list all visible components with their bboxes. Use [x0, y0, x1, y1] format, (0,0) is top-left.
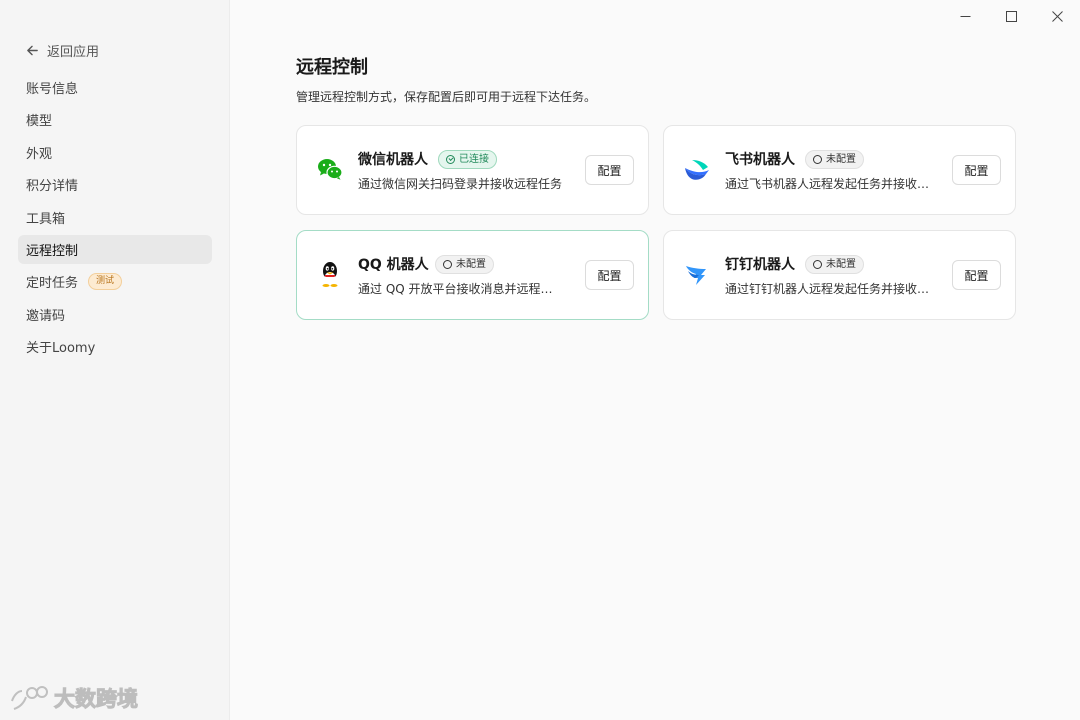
status-badge: 未配置	[805, 255, 864, 274]
bot-name: 微信机器人	[358, 152, 428, 168]
sidebar-item-model[interactable]: 模型	[18, 105, 212, 134]
minimize-icon	[960, 15, 970, 17]
qq-icon	[322, 262, 338, 287]
sidebar-item-about[interactable]: 关于Loomy	[18, 332, 212, 361]
minimize-button[interactable]	[942, 0, 988, 32]
circle-icon	[813, 155, 822, 164]
watermark: 大数跨境	[8, 683, 139, 713]
feishu-icon	[685, 160, 709, 180]
maximize-button[interactable]	[988, 0, 1034, 32]
watermark-logo-icon	[11, 686, 48, 710]
wechat-icon	[318, 159, 343, 180]
nav-label: 外观	[26, 146, 53, 162]
bot-name: 钉钉机器人	[725, 257, 795, 273]
check-circle-icon	[446, 155, 455, 164]
wechat-bot-card: 微信机器人 已连接 通过微信网关扫码登录并接收远程任务 配置	[296, 125, 649, 215]
close-icon	[1051, 10, 1063, 22]
circle-icon	[443, 260, 452, 269]
configure-button[interactable]: 配置	[952, 155, 1001, 185]
bot-description: 通过微信网关扫码登录并接收远程任务	[358, 177, 563, 191]
watermark-text: 大数跨境	[54, 687, 139, 712]
settings-nav: 账号信息 模型 外观 积分详情 工具箱 远程控制 定时任务 测试 邀请码 关于L…	[18, 73, 212, 365]
nav-label: 定时任务	[26, 276, 79, 292]
sidebar-item-toolbox[interactable]: 工具箱	[18, 203, 212, 232]
status-text: 未配置	[456, 259, 486, 270]
sidebar-item-points[interactable]: 积分详情	[18, 170, 212, 199]
nav-label: 远程控制	[26, 243, 79, 259]
nav-label: 工具箱	[26, 211, 66, 227]
status-text: 未配置	[826, 154, 856, 165]
sidebar: 返回应用 账号信息 模型 外观 积分详情 工具箱 远程控制 定时任务 测试 邀请…	[0, 0, 230, 720]
nav-label: 积分详情	[26, 179, 79, 195]
dingtalk-icon	[686, 266, 706, 285]
sidebar-item-account[interactable]: 账号信息	[18, 73, 212, 102]
bot-description: 通过飞书机器人远程发起任务并接收结果	[725, 177, 931, 191]
back-to-app-link[interactable]: 返回应用	[26, 40, 99, 60]
dingtalk-bot-card: 钉钉机器人 未配置 通过钉钉机器人远程发起任务并接收结果 配置	[663, 230, 1016, 320]
bot-name: 飞书机器人	[725, 152, 795, 168]
status-text: 未配置	[826, 259, 856, 270]
status-badge: 未配置	[805, 150, 864, 169]
sidebar-item-scheduled-tasks[interactable]: 定时任务 测试	[18, 267, 212, 296]
circle-icon	[813, 260, 822, 269]
configure-button[interactable]: 配置	[585, 260, 634, 290]
sidebar-item-invite-code[interactable]: 邀请码	[18, 300, 212, 329]
status-text: 已连接	[459, 154, 489, 165]
bot-description: 通过钉钉机器人远程发起任务并接收结果	[725, 282, 931, 296]
qq-bot-card: QQ 机器人 未配置 通过 QQ 开放平台接收消息并远程执行任务 配置	[296, 230, 649, 320]
nav-label: 模型	[26, 114, 53, 130]
back-label: 返回应用	[47, 44, 100, 60]
test-badge: 测试	[88, 273, 123, 291]
bot-description: 通过 QQ 开放平台接收消息并远程执行任务	[358, 282, 564, 296]
feishu-bot-card: 飞书机器人 未配置 通过飞书机器人远程发起任务并接收结果 配置	[663, 125, 1016, 215]
main-content: 远程控制 管理远程控制方式，保存配置后即可用于远程下达任务。	[296, 56, 1016, 105]
page-description: 管理远程控制方式，保存配置后即可用于远程下达任务。	[296, 90, 597, 104]
configure-button[interactable]: 配置	[952, 260, 1001, 290]
arrow-left-icon	[27, 45, 38, 55]
sidebar-item-remote-control[interactable]: 远程控制	[18, 234, 212, 264]
nav-label: 关于Loomy	[26, 341, 96, 357]
status-badge: 未配置	[435, 255, 494, 274]
window-controls	[942, 0, 1080, 32]
bot-name: QQ 机器人	[358, 257, 429, 273]
configure-button[interactable]: 配置	[585, 155, 634, 185]
nav-label: 账号信息	[26, 82, 79, 97]
nav-label: 邀请码	[26, 308, 66, 324]
sidebar-item-appearance[interactable]: 外观	[18, 138, 212, 167]
maximize-icon	[1005, 10, 1017, 22]
status-badge: 已连接	[438, 150, 497, 169]
page-title: 远程控制	[296, 57, 368, 78]
close-button[interactable]	[1034, 0, 1080, 32]
